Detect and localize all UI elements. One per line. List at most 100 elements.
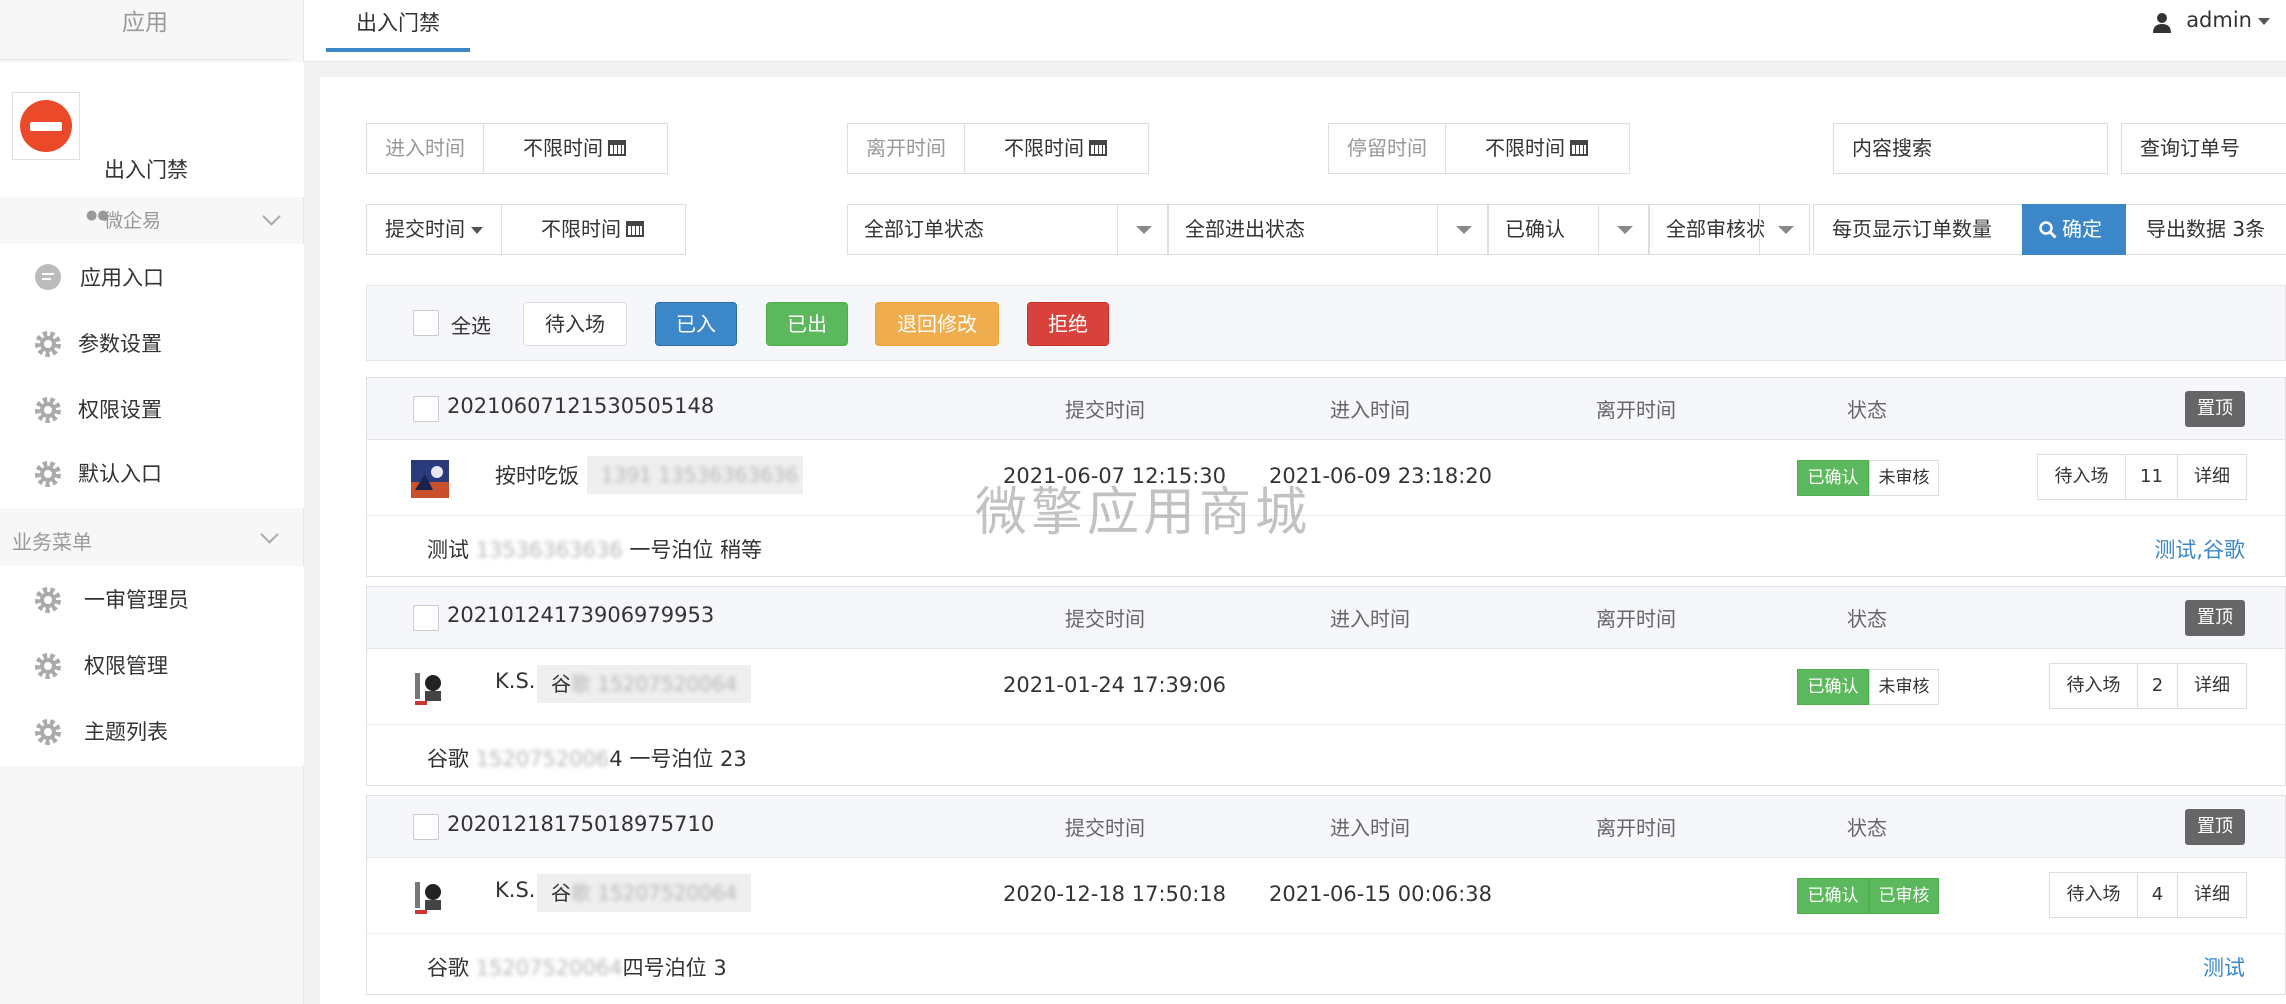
order-id: 20210124173906979953 xyxy=(447,603,715,627)
submit-time-value: 不限时间 xyxy=(541,205,644,254)
col-leave-time: 离开时间 xyxy=(1596,816,1676,840)
submit-time: 2020-12-18 17:50:18 xyxy=(1003,882,1227,906)
order-tags[interactable]: 测试,谷歌 xyxy=(2154,534,2245,564)
sidebar-item-permission-manage[interactable]: 权限管理 xyxy=(0,632,304,696)
order-search-input[interactable]: 查询订单号 xyxy=(2121,123,2286,174)
order-note: 谷歌 15207520064 一号泊位 23 xyxy=(427,747,747,771)
col-status: 状态 xyxy=(1847,816,1887,840)
exited-button[interactable]: 已出 xyxy=(766,302,848,346)
group-wechat-label: 微企易 xyxy=(104,210,162,232)
chat-bubble-icon xyxy=(35,264,61,290)
sidebar-item-app-entry[interactable]: 应用入口 xyxy=(0,244,304,308)
inout-status-value: 全部进出状态 xyxy=(1185,217,1305,241)
contact-info: 谷歌 15207520064 xyxy=(537,874,751,912)
confirm-button[interactable]: 确定 xyxy=(2022,204,2126,255)
detail-button[interactable]: 详细 xyxy=(2178,455,2246,499)
calendar-icon xyxy=(608,140,626,156)
gear-icon xyxy=(35,331,61,357)
confirm-status-select[interactable]: 已确认 xyxy=(1488,204,1649,255)
caret-down-icon xyxy=(2258,17,2270,25)
order-header: 20210124173906979953 提交时间 进入时间 离开时间 状态 置… xyxy=(367,587,2285,649)
sidebar-item-first-reviewer[interactable]: 一审管理员 xyxy=(0,566,304,630)
order-status-value: 全部订单状态 xyxy=(864,217,984,241)
status-badge-review: 未审核 xyxy=(1869,669,1939,705)
col-enter-time: 进入时间 xyxy=(1330,607,1410,631)
order-id: 20210607121530505148 xyxy=(447,394,715,418)
select-all-checkbox[interactable] xyxy=(413,310,439,336)
gear-icon xyxy=(35,587,61,613)
sidebar-item-default-entry[interactable]: 默认入口 xyxy=(0,440,304,504)
count-badge: 11 xyxy=(2126,455,2178,499)
return-modify-button[interactable]: 退回修改 xyxy=(875,302,999,346)
order-actions: 待入场 4 详细 xyxy=(2049,872,2247,918)
status-badge-confirmed: 已确认 xyxy=(1797,460,1869,496)
leave-time-filter[interactable]: 离开时间 不限时间 xyxy=(847,123,1149,174)
group2-menu: 一审管理员 权限管理 主题列表 xyxy=(0,566,304,766)
caret-down-icon xyxy=(471,227,483,234)
sidebar-item-topic-list[interactable]: 主题列表 xyxy=(0,698,304,762)
leave-time-label: 离开时间 xyxy=(848,124,965,173)
select-arrow-icon xyxy=(1759,205,1809,254)
order-card: 20210124173906979953 提交时间 进入时间 离开时间 状态 置… xyxy=(366,586,2286,786)
avatar xyxy=(411,460,449,498)
col-leave-time: 离开时间 xyxy=(1596,398,1676,422)
tab-access-control[interactable]: 出入门禁 xyxy=(326,0,470,52)
entered-button[interactable]: 已入 xyxy=(655,302,737,346)
contact-info: 1391 13536363636 xyxy=(587,456,803,494)
order-footer: 谷歌 15207520064四号泊位 3 测试 xyxy=(367,934,2285,996)
user-name: admin xyxy=(2186,8,2252,32)
submit-time-filter[interactable]: 提交时间 不限时间 xyxy=(366,204,686,255)
reject-button[interactable]: 拒绝 xyxy=(1027,302,1109,346)
submit-time-dropdown[interactable]: 提交时间 xyxy=(367,205,502,254)
export-button[interactable]: 导出数据 3条 xyxy=(2126,204,2286,255)
pending-action-button[interactable]: 待入场 xyxy=(2050,664,2138,708)
order-checkbox[interactable] xyxy=(413,396,439,422)
user-menu[interactable]: admin xyxy=(2153,8,2270,40)
count-badge: 2 xyxy=(2138,664,2178,708)
content-search-input[interactable]: 内容搜索 xyxy=(1833,123,2108,174)
col-submit-time: 提交时间 xyxy=(1065,398,1145,422)
content-search-placeholder: 内容搜索 xyxy=(1852,136,1932,160)
order-tags[interactable]: 测试 xyxy=(2203,952,2245,982)
module-card[interactable]: 出入门禁 xyxy=(0,62,304,197)
pending-button[interactable]: 待入场 xyxy=(523,302,627,346)
sidebar-item-label: 权限设置 xyxy=(78,398,162,422)
calendar-icon xyxy=(626,221,644,237)
chevron-down-icon xyxy=(260,525,279,544)
avatar xyxy=(411,878,449,916)
user-icon xyxy=(2153,13,2172,33)
status-badge-confirmed: 已确认 xyxy=(1797,669,1869,705)
sidebar-item-label: 参数设置 xyxy=(78,332,162,356)
sidebar-item-params[interactable]: 参数设置 xyxy=(0,310,304,374)
group-wechat[interactable]: ●● 微企易 xyxy=(0,200,304,244)
order-checkbox[interactable] xyxy=(413,814,439,840)
detail-button[interactable]: 详细 xyxy=(2178,664,2246,708)
group-business[interactable]: 业务菜单 xyxy=(0,518,304,562)
enter-time-filter[interactable]: 进入时间 不限时间 xyxy=(366,123,668,174)
review-status-select[interactable]: 全部审核状态 xyxy=(1649,204,1810,255)
order-checkbox[interactable] xyxy=(413,605,439,631)
action-bar: 全选 待入场 已入 已出 退回修改 拒绝 xyxy=(366,285,2286,361)
order-status-select[interactable]: 全部订单状态 xyxy=(847,204,1168,255)
order-id: 20201218175018975710 xyxy=(447,812,715,836)
pin-top-button[interactable]: 置顶 xyxy=(2185,600,2245,636)
user-name: K.S. xyxy=(495,669,536,693)
stay-time-filter[interactable]: 停留时间 不限时间 xyxy=(1328,123,1630,174)
col-enter-time: 进入时间 xyxy=(1330,816,1410,840)
sidebar-item-label: 默认入口 xyxy=(78,462,162,486)
sidebar-item-permission-settings[interactable]: 权限设置 xyxy=(0,376,304,440)
select-all-label: 全选 xyxy=(451,314,491,338)
enter-time: 2021-06-15 00:06:38 xyxy=(1269,882,1493,906)
inout-status-select[interactable]: 全部进出状态 xyxy=(1168,204,1488,255)
detail-button[interactable]: 详细 xyxy=(2178,873,2246,917)
col-enter-time: 进入时间 xyxy=(1330,398,1410,422)
select-arrow-icon xyxy=(1437,205,1487,254)
order-actions: 待入场 2 详细 xyxy=(2049,663,2247,709)
status-badge-confirmed: 已确认 xyxy=(1797,878,1869,914)
page-size-input[interactable]: 每页显示订单数量 xyxy=(1813,204,2023,255)
pending-action-button[interactable]: 待入场 xyxy=(2038,455,2126,499)
pin-top-button[interactable]: 置顶 xyxy=(2185,809,2245,845)
pin-top-button[interactable]: 置顶 xyxy=(2185,391,2245,427)
avatar xyxy=(411,669,449,707)
pending-action-button[interactable]: 待入场 xyxy=(2050,873,2138,917)
